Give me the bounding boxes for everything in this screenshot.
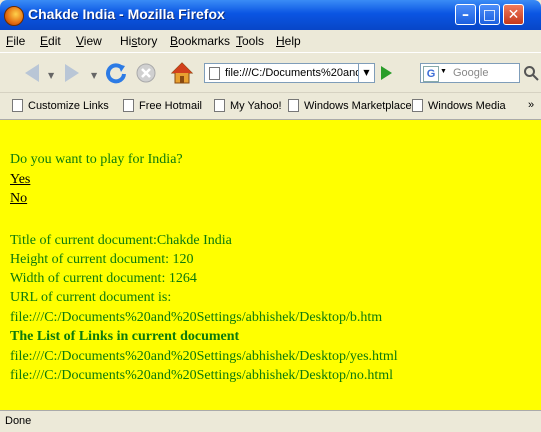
go-icon[interactable] xyxy=(381,66,392,80)
forward-dropdown-icon[interactable]: ▼ xyxy=(91,71,97,80)
menu-tools[interactable]: Tools xyxy=(236,34,264,48)
menu-help[interactable]: Help xyxy=(276,34,301,48)
page-icon xyxy=(412,99,423,112)
stop-icon xyxy=(136,63,156,83)
menu-bookmarks[interactable]: Bookmarks xyxy=(170,34,230,48)
page-icon xyxy=(214,99,225,112)
url-text: file:///C:/Documents%20and% xyxy=(225,67,359,79)
yes-link[interactable]: Yes xyxy=(10,172,30,188)
document-height-line: Height of current document: 120 xyxy=(10,252,194,267)
navigation-toolbar: ▼ ▼ file:///C:/Documents%20and% ▼ G ▼ Go… xyxy=(0,52,541,93)
close-icon: ✕ xyxy=(507,7,520,23)
document-title-line: Title of current document:Chakde India xyxy=(10,233,232,248)
page-icon xyxy=(288,99,299,112)
back-button[interactable] xyxy=(20,61,44,85)
link-list-item: file:///C:/Documents%20and%20Settings/ab… xyxy=(10,349,398,364)
home-button[interactable] xyxy=(170,61,194,85)
page-content: Do you want to play for India? Yes No Ti… xyxy=(0,119,541,411)
bookmark-item[interactable]: Windows Marketplace xyxy=(288,99,412,112)
reload-button[interactable] xyxy=(104,61,128,85)
page-icon xyxy=(12,99,23,112)
minimize-icon: – xyxy=(462,7,469,23)
question-text: Do you want to play for India? xyxy=(10,152,183,167)
link-list-item: file:///C:/Documents%20and%20Settings/ab… xyxy=(10,368,394,383)
menu-file[interactable]: File xyxy=(6,34,25,48)
menu-edit[interactable]: Edit xyxy=(40,34,61,48)
search-icon xyxy=(524,66,539,81)
page-icon xyxy=(209,67,220,80)
close-button[interactable]: ✕ xyxy=(503,4,524,25)
back-arrow-icon xyxy=(25,64,39,82)
search-placeholder: Google xyxy=(453,67,489,79)
forward-arrow-icon xyxy=(65,64,79,82)
page-icon xyxy=(123,99,134,112)
menu-bar: File Edit View History Bookmarks Tools H… xyxy=(0,30,541,52)
title-bar[interactable]: Chakde India - Mozilla Firefox – □ ✕ xyxy=(0,0,541,30)
url-field[interactable]: file:///C:/Documents%20and% xyxy=(204,63,359,83)
menu-view[interactable]: View xyxy=(76,34,102,48)
search-field[interactable]: G ▼ Google xyxy=(420,63,520,83)
home-icon xyxy=(170,62,194,84)
bookmarks-overflow[interactable]: » xyxy=(528,99,534,111)
bookmarks-toolbar: Customize Links Free Hotmail My Yahoo! W… xyxy=(0,92,541,119)
url-label: URL of current document is: xyxy=(10,290,172,305)
bookmark-item[interactable]: Free Hotmail xyxy=(123,99,202,112)
bookmark-item[interactable]: Windows Media xyxy=(412,99,506,112)
browser-window: Chakde India - Mozilla Firefox – □ ✕ Fil… xyxy=(0,0,541,432)
document-width-line: Width of current document: 1264 xyxy=(10,271,197,286)
reload-icon xyxy=(106,63,126,84)
status-text: Done xyxy=(5,415,32,427)
stop-button[interactable] xyxy=(134,61,158,85)
no-link[interactable]: No xyxy=(10,191,27,207)
back-dropdown-icon[interactable]: ▼ xyxy=(48,71,54,80)
links-heading: The List of Links in current document xyxy=(10,329,240,344)
firefox-logo-icon xyxy=(4,6,24,26)
search-engine-dropdown-icon[interactable]: ▼ xyxy=(440,68,447,75)
url-value: file:///C:/Documents%20and%20Settings/ab… xyxy=(10,310,383,325)
minimize-button[interactable]: – xyxy=(455,4,476,25)
status-bar: Done xyxy=(0,410,541,432)
forward-button[interactable] xyxy=(60,61,84,85)
menu-history[interactable]: History xyxy=(120,34,157,48)
maximize-icon: □ xyxy=(482,7,497,23)
google-icon[interactable]: G xyxy=(423,66,439,82)
bookmark-item[interactable]: My Yahoo! xyxy=(214,99,282,112)
maximize-button[interactable]: □ xyxy=(479,4,500,25)
search-button[interactable] xyxy=(523,65,539,85)
url-dropdown-button[interactable]: ▼ xyxy=(359,63,375,83)
bookmark-item[interactable]: Customize Links xyxy=(12,99,109,112)
window-title: Chakde India - Mozilla Firefox xyxy=(28,6,225,22)
